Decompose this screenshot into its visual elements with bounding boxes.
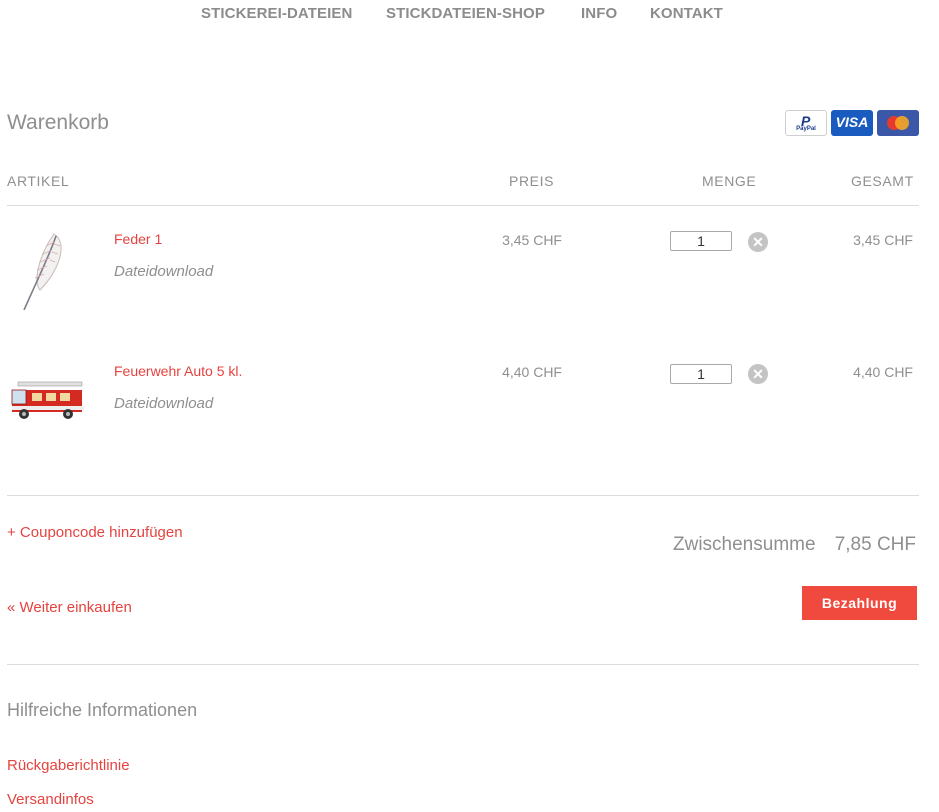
column-header-quantity: MENGE — [702, 173, 757, 189]
item-price: 4,40 CHF — [502, 364, 562, 380]
divider — [7, 205, 919, 206]
divider — [7, 495, 919, 496]
visa-icon: VISA — [831, 110, 873, 136]
item-price: 3,45 CHF — [502, 232, 562, 248]
item-name-link[interactable]: Feuerwehr Auto 5 kl. — [114, 363, 242, 379]
item-subtitle: Dateidownload — [114, 395, 214, 412]
top-navigation: STICKEREI-DATEIEN STICKDATEIEN-SHOP INFO… — [0, 5, 939, 27]
remove-item-icon[interactable]: ✕ — [748, 232, 768, 252]
subtotal-value: 7,85 CHF — [834, 534, 916, 555]
nav-item-kontakt[interactable]: KONTAKT — [650, 5, 723, 22]
item-total: 3,45 CHF — [853, 232, 913, 248]
page-title: Warenkorb — [7, 111, 109, 134]
subtotal-label: Zwischensumme — [673, 534, 816, 555]
divider — [7, 664, 919, 665]
column-header-price: PREIS — [509, 173, 555, 189]
quantity-input[interactable] — [670, 364, 732, 384]
feather-embroidery-image[interactable] — [10, 230, 90, 311]
item-total: 4,40 CHF — [853, 364, 913, 380]
shipping-info-link[interactable]: Versandinfos — [7, 791, 94, 808]
checkout-button[interactable]: Bezahlung — [802, 586, 917, 620]
quantity-input[interactable] — [670, 231, 732, 251]
info-section-title: Hilfreiche Informationen — [7, 700, 198, 720]
item-name-link[interactable]: Feder 1 — [114, 231, 162, 247]
column-header-total: GESAMT — [851, 173, 914, 189]
item-subtitle: Dateidownload — [114, 263, 214, 280]
fire-truck-embroidery-image[interactable] — [10, 362, 90, 442]
nav-item-stickerei-dateien[interactable]: STICKEREI-DATEIEN — [201, 5, 352, 22]
continue-shopping-link[interactable]: « Weiter einkaufen — [7, 599, 132, 616]
nav-item-info[interactable]: INFO — [581, 5, 617, 22]
add-coupon-link[interactable]: + Couponcode hinzufügen — [7, 524, 183, 541]
paypal-icon: P PayPal — [785, 110, 827, 136]
column-header-article: ARTIKEL — [7, 173, 70, 189]
remove-item-icon[interactable]: ✕ — [748, 364, 768, 384]
mastercard-icon — [877, 110, 919, 136]
nav-item-stickdateien-shop[interactable]: STICKDATEIEN-SHOP — [386, 5, 545, 22]
return-policy-link[interactable]: Rückgaberichtlinie — [7, 757, 130, 774]
